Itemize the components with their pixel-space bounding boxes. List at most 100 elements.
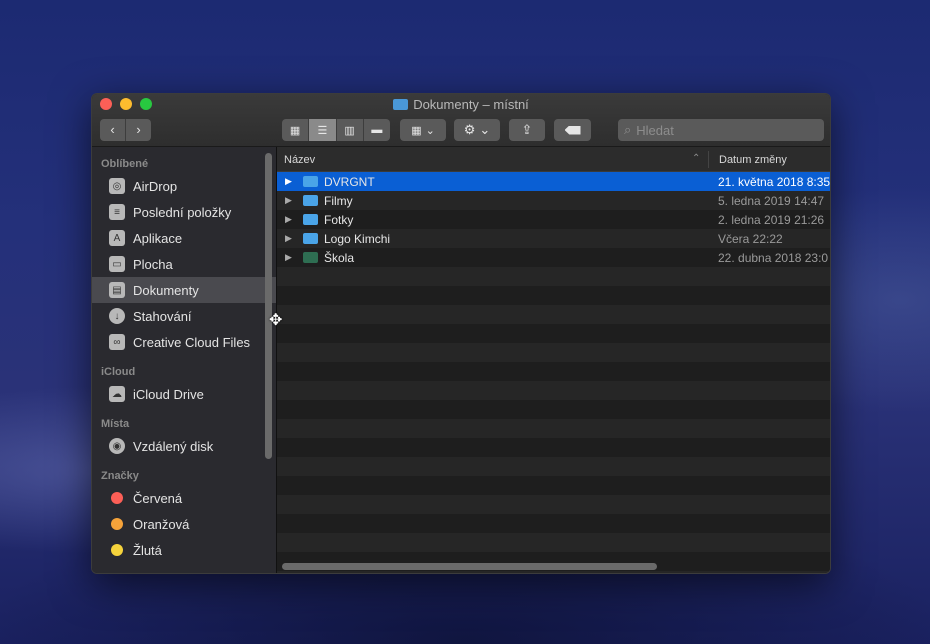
nav-buttons: ‹ › — [100, 119, 151, 141]
sidebar-item-label: iCloud Drive — [133, 386, 204, 402]
finder-window: Dokumenty – místní ‹ › ▦ ☰ ▥ ▬ ▦ ⌄ ⚙ ⌄ ⇪… — [91, 93, 831, 574]
folder-icon — [303, 233, 318, 244]
sidebar-item-label: Dokumenty — [133, 282, 199, 298]
sidebar-item-tag-red[interactable]: Červená — [92, 485, 276, 511]
recents-icon: ≡ — [109, 204, 125, 220]
action-button[interactable]: ⚙ ⌄ — [454, 119, 500, 141]
sidebar-item-label: Červená — [133, 490, 183, 506]
file-date: Včera 22:22 — [718, 231, 783, 246]
file-date: 2. ledna 2019 21:26 — [718, 212, 825, 227]
file-date: 5. ledna 2019 14:47 — [718, 193, 825, 208]
sidebar: Oblíbené ◎ AirDrop ≡ Poslední položky A … — [92, 147, 276, 573]
downloads-icon: ↓ — [109, 308, 125, 324]
sidebar-item-icloud-drive[interactable]: ☁ iCloud Drive — [92, 381, 276, 407]
sidebar-item-label: Žlutá — [133, 542, 162, 558]
sidebar-section-places: Místa — [101, 418, 130, 430]
folder-icon — [303, 214, 318, 225]
horizontal-scrollbar[interactable] — [282, 563, 657, 570]
sidebar-section-icloud: iCloud — [101, 366, 136, 378]
gear-icon: ⚙ — [463, 122, 476, 137]
tag-button[interactable] — [554, 119, 591, 141]
window-title-text: Dokumenty – místní — [413, 97, 529, 112]
back-button[interactable]: ‹ — [100, 119, 126, 141]
sidebar-item-label: Aplikace — [133, 230, 183, 246]
desktop-icon: ▭ — [109, 256, 125, 272]
sidebar-scrollbar[interactable] — [265, 153, 272, 459]
sidebar-section-favorites: Oblíbené — [101, 158, 149, 170]
grid-icon: ▦ — [411, 124, 422, 137]
search-icon: ⌕ — [624, 122, 632, 137]
sidebar-section-tags: Značky — [101, 470, 139, 482]
share-icon: ⇪ — [521, 122, 533, 137]
search-field[interactable]: ⌕ Hledat — [618, 119, 824, 141]
documents-icon: ▤ — [109, 282, 125, 298]
sidebar-item-applications[interactable]: A Aplikace — [92, 225, 276, 251]
column-separator[interactable] — [708, 151, 709, 168]
disclosure-triangle-icon[interactable]: ▶ — [285, 252, 297, 263]
airdrop-icon: ◎ — [109, 178, 125, 194]
sidebar-item-label: Creative Cloud Files — [133, 334, 251, 350]
disclosure-triangle-icon[interactable]: ▶ — [285, 195, 297, 206]
disclosure-triangle-icon[interactable]: ▶ — [285, 233, 297, 244]
file-rows: ▶ DVRGNT 21. května 2018 8:35 ▶ Filmy 5.… — [277, 172, 830, 573]
applications-icon: A — [109, 230, 125, 246]
gallery-view-button[interactable]: ▬ — [364, 119, 390, 141]
yellow-tag-icon — [111, 544, 123, 556]
sidebar-item-label: Poslední položky — [133, 204, 232, 220]
remote-disc-icon: ◉ — [109, 438, 125, 454]
column-date-header[interactable]: Datum změny — [719, 154, 787, 166]
sidebar-item-label: Oranžová — [133, 516, 190, 532]
disclosure-triangle-icon[interactable]: ▶ — [285, 176, 297, 187]
file-row[interactable]: ▶ Fotky 2. ledna 2019 21:26 — [277, 210, 830, 229]
file-date: 21. května 2018 8:35 — [718, 174, 831, 189]
folder-icon — [303, 195, 318, 206]
forward-button[interactable]: › — [126, 119, 151, 141]
sidebar-item-label: Stahování — [133, 308, 192, 324]
sidebar-item-tag-orange[interactable]: Oranžová — [92, 511, 276, 537]
file-row[interactable]: ▶ Filmy 5. ledna 2019 14:47 — [277, 191, 830, 210]
sidebar-item-label: AirDrop — [133, 178, 178, 194]
folder-icon — [393, 99, 409, 110]
file-name: Logo Kimchi — [324, 231, 391, 246]
file-row[interactable]: ▶ Škola 22. dubna 2018 23:0 — [277, 248, 830, 267]
file-name: Filmy — [324, 193, 353, 208]
file-name: Fotky — [324, 212, 354, 227]
file-name: DVRGNT — [324, 174, 375, 189]
cloud-icon: ☁ — [109, 386, 125, 402]
search-placeholder: Hledat — [636, 122, 674, 138]
sidebar-item-label: Vzdálený disk — [133, 438, 214, 454]
sidebar-item-desktop[interactable]: ▭ Plocha — [92, 251, 276, 277]
file-row[interactable]: ▶ DVRGNT 21. května 2018 8:35 — [277, 172, 830, 191]
icon-view-button[interactable]: ▦ — [282, 119, 310, 141]
file-date: 22. dubna 2018 23:0 — [718, 250, 829, 265]
sidebar-item-documents[interactable]: ▤ Dokumenty — [92, 277, 276, 303]
sidebar-item-remote-disc[interactable]: ◉ Vzdálený disk — [92, 433, 276, 459]
view-switcher: ▦ ☰ ▥ ▬ — [282, 119, 390, 141]
file-row[interactable]: ▶ Logo Kimchi Včera 22:22 — [277, 229, 830, 248]
disclosure-triangle-icon[interactable]: ▶ — [285, 214, 297, 225]
file-name: Škola — [324, 250, 355, 265]
sidebar-item-downloads[interactable]: ↓ Stahování — [92, 303, 276, 329]
titlebar: Dokumenty – místní ‹ › ▦ ☰ ▥ ▬ ▦ ⌄ ⚙ ⌄ ⇪… — [92, 94, 830, 147]
creative-cloud-icon: ∞ — [109, 334, 125, 350]
sidebar-item-recents[interactable]: ≡ Poslední položky — [92, 199, 276, 225]
window-title: Dokumenty – místní — [92, 97, 830, 112]
chevron-down-icon: ⌄ — [425, 124, 435, 137]
sidebar-item-label: Plocha — [133, 256, 173, 272]
arrange-button[interactable]: ▦ ⌄ — [400, 119, 446, 141]
folder-icon — [303, 176, 318, 187]
sort-chevron-icon: ⌃ — [692, 153, 701, 164]
sidebar-item-airdrop[interactable]: ◎ AirDrop — [92, 173, 276, 199]
sidebar-item-tag-yellow[interactable]: Žlutá — [92, 537, 276, 563]
file-list: Název ⌃ Datum změny ▶ DVRGNT 21. května … — [277, 147, 830, 573]
share-button[interactable]: ⇪ — [509, 119, 545, 141]
column-name-header[interactable]: Název — [284, 154, 315, 166]
column-view-button[interactable]: ▥ — [337, 119, 364, 141]
move-cursor-icon: ✥ — [269, 312, 283, 329]
orange-tag-icon — [111, 518, 123, 530]
column-header: Název ⌃ Datum změny — [277, 147, 830, 172]
tag-icon — [564, 125, 581, 135]
sidebar-item-creative-cloud[interactable]: ∞ Creative Cloud Files — [92, 329, 276, 355]
list-view-button[interactable]: ☰ — [309, 119, 337, 141]
red-tag-icon — [111, 492, 123, 504]
